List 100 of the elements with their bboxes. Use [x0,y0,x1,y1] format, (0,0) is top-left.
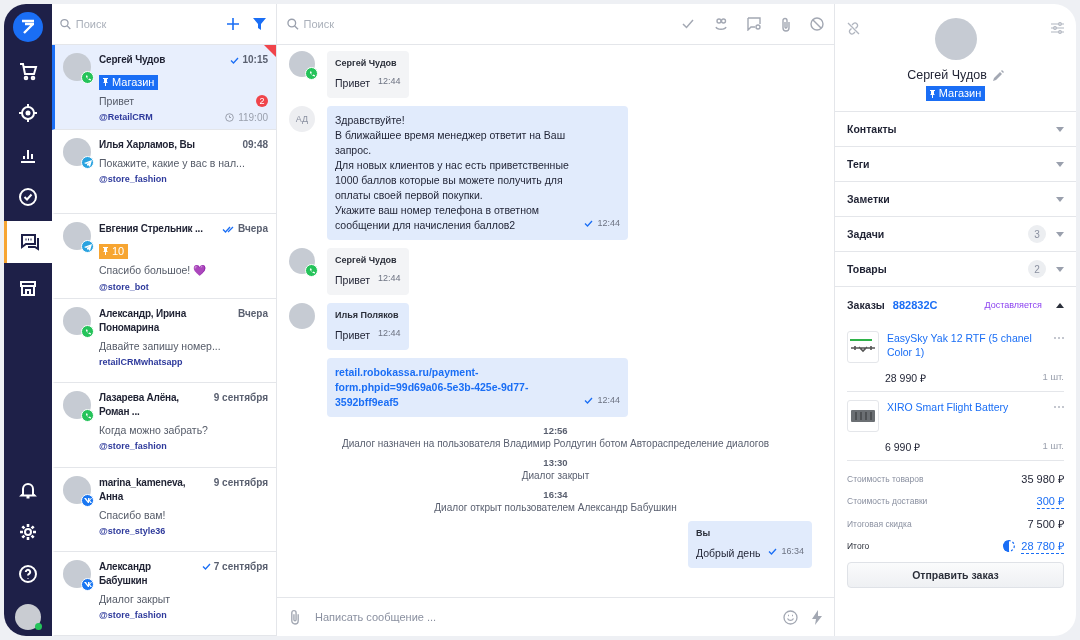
contact-name: Сергей Чудов [99,53,166,67]
paperclip-icon[interactable] [289,609,301,625]
channel-name: @store_style36 [99,525,166,536]
channel-name: @RetailCRM [99,112,153,122]
section-header[interactable]: Заметки [835,182,1076,217]
channel-name: @store_fashion [99,441,167,452]
message-preview: Давайте запишу номер... [99,340,221,353]
block-icon[interactable] [810,17,824,31]
message-time: 12:44 [378,75,401,88]
message-author: Илья Поляков [335,310,400,320]
contact-name: Евгения Стрельник ... [99,222,203,237]
chat-time: 7 сентября [213,559,268,574]
message-text: Привет [335,328,370,343]
section-header[interactable]: Товары 2 [835,252,1076,287]
logo-icon[interactable] [13,12,43,42]
add-icon[interactable] [227,18,239,30]
message-text: Привет [335,273,370,288]
unread-count: 2 [256,95,268,107]
event-time: 12:56 [543,425,568,436]
message-link[interactable]: retail.robokassa.ru/payment-form.phpid=99d69a06-5e3b-425e-9d77-3592bff9eaf5 [335,365,577,410]
total-label: Итого [847,541,870,551]
message-time: 12:44 [597,217,620,230]
contact-name: Александр Бабушкин [99,559,152,588]
pin-icon [929,89,935,98]
total-link[interactable]: 300 ₽ [1036,493,1064,509]
message-preview: Спасибо большое! 💜 [99,264,207,278]
people-icon[interactable] [714,17,728,31]
chat-item[interactable]: Александр, Ирина Пономарина Вчера Давайте запишу номер... retailCRMwhatsapp [52,299,276,384]
chat-icon[interactable] [4,221,52,263]
pencil-icon[interactable] [992,69,1004,81]
count-badge: 3 [1028,225,1046,243]
product-link[interactable]: XIRO Smart Flight Battery [887,400,1046,414]
order-number[interactable]: 882832C [892,299,977,311]
chat-item[interactable]: marina_kameneva, Анна 9 сентября Спасибо вам! @store_style36 [52,467,276,552]
total-link[interactable]: 28 780 ₽ [1021,538,1064,554]
product-quantity: 1 шт. [1042,440,1064,453]
avatar-initials: АД [289,106,315,132]
event-time: 16:34 [543,489,568,500]
message-time: 12:44 [597,394,620,407]
product-link[interactable]: EasySky Yak 12 RTF (5 chanel Color 1) [887,331,1046,359]
paperclip-icon[interactable] [781,16,791,32]
channel-name: @store_fashion [99,609,167,620]
avatar-photo [63,222,91,251]
orders-title: Заказы [847,299,885,311]
search-icon [287,18,299,30]
chat-item[interactable]: Лазарева Алёна, Роман ... 9 сентября Когда можно забрать? @store_fashion [52,383,276,468]
chat-tag: 10 [99,243,129,259]
user-avatar[interactable] [15,604,41,630]
sliders-icon[interactable] [1051,22,1064,34]
lightning-icon[interactable] [812,609,822,625]
section-header[interactable]: Контакты [835,112,1076,147]
battery-thumbnail [847,400,879,432]
avatar-photo [63,53,91,81]
chat-tag: Магазин [99,74,159,90]
channel-name: @store_fashion [99,174,167,184]
product-price: 6 990 ₽ [885,440,921,454]
chat-item[interactable]: Евгения Стрельник ... Вчера 10 Спасибо большое! 💜 @store_bot [52,214,276,300]
message-author: Сергей Чудов [335,255,398,265]
order-status: Доставляется [984,300,1042,310]
avatar-photo [63,559,91,588]
chat-time: Вчера [238,307,268,322]
chat-item[interactable]: Александр Бабушкин 7 сентября Диалог закрыт @store_fashion [52,551,276,636]
event-text: Диалог открыт пользователем Александр Бабушкин [434,502,677,513]
check-icon[interactable] [681,17,695,31]
search-icon [60,18,71,30]
customer-name: Сергей Чудов [907,68,987,82]
timer: 119:00 [225,112,268,123]
message-preview: Спасибо вам! [99,508,166,521]
channel-name: retailCRMwhatsapp [99,357,183,368]
total-value: 7 500 ₽ [1027,517,1064,531]
drone-thumbnail [847,331,879,363]
avatar-photo [63,307,91,336]
section-header[interactable]: Задачи 3 [835,217,1076,252]
filter-icon[interactable] [253,18,266,30]
channel-name: @store_bot [99,282,149,293]
message-text: Здравствуйте! В ближайшее время менеджер ответит на Ваш запрос. Для новых клиентов у нас есть приветственные 1000 баллов которые вы можете получить для оплаты своей первой покупки. Укажите ваш номер телефона в ответном сообщении для начисления баллов2 [335,113,570,233]
message-preview: Покажите, какие у вас в нал... [99,157,245,169]
caret-up-icon[interactable] [1056,302,1064,308]
chat-item[interactable]: Сергей Чудов 10:15 Магазин Привет 2 @RetailCRM 119:00 [52,45,276,130]
chat-bubble-icon[interactable] [747,17,762,31]
message-time: 12:44 [378,272,401,285]
message-text: Добрый день [695,546,761,561]
pin-icon [103,78,108,86]
total-value: 35 980 ₽ [1021,472,1064,486]
product-price: 28 990 ₽ [885,371,927,385]
contact-name: marina_kameneva, Анна [99,475,187,504]
message-author: Сергей Чудов [335,58,398,68]
product-quantity: 1 шт. [1042,371,1064,384]
message-text: Привет [335,76,370,91]
chat-time: 9 сентября [213,391,268,406]
chat-time: 10:15 [242,53,268,67]
message-time: 12:44 [378,327,401,340]
event-text: Диалог назначен на пользователя Владимир Ролдугин ботом Автораспределение диалогов [341,438,770,449]
section-header[interactable]: Теги [835,147,1076,182]
total-label: Итоговая скидка [847,518,912,529]
send-order-button[interactable]: Отправить заказ [847,562,1064,588]
chat-item[interactable]: Илья Харламов, Вы 09:48 Покажите, какие у вас в нал... @store_fashion [52,130,276,215]
chat-time: 9 сентября [213,475,268,490]
emoji-icon[interactable] [783,609,798,625]
contact-name: Илья Харламов, Вы [99,138,195,152]
